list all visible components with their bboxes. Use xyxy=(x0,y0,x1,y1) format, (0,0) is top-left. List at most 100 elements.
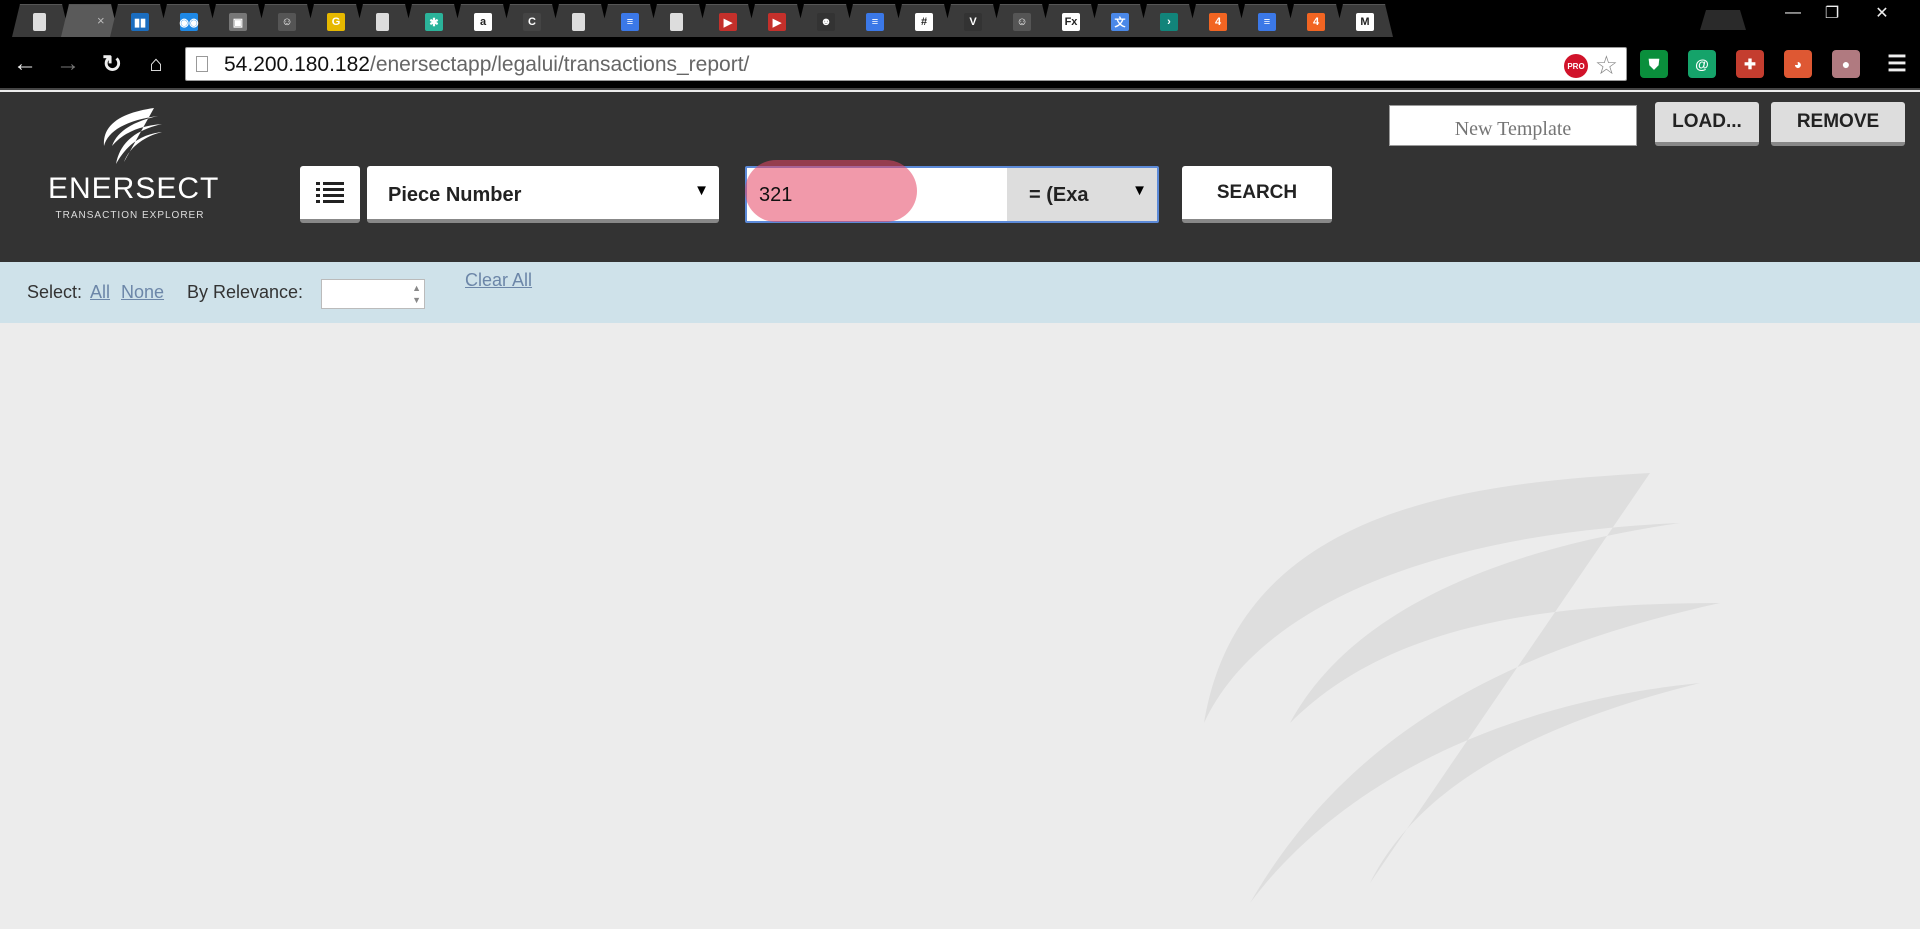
browser-tab[interactable]: ≡ xyxy=(1237,4,1295,37)
search-input[interactable] xyxy=(759,182,999,208)
chevron-right-icon: › xyxy=(1160,13,1178,31)
youtube-icon: ▶ xyxy=(768,13,786,31)
dropdown-arrow-icon: ▼ xyxy=(694,182,709,199)
browser-tab[interactable]: ▮▮ xyxy=(110,4,168,37)
browser-tab[interactable] xyxy=(649,4,707,37)
select-none-link[interactable]: None xyxy=(121,282,164,303)
plus-extension-icon[interactable]: ✚ xyxy=(1736,50,1764,78)
browser-tab[interactable]: 文 xyxy=(1090,4,1148,37)
logo-name: ENERSECT xyxy=(48,172,220,205)
list-icon xyxy=(316,181,344,203)
browser-tab[interactable]: ▶ xyxy=(698,4,756,37)
photo-icon: ▣ xyxy=(229,13,247,31)
docs-icon: ≡ xyxy=(866,13,884,31)
duck-extension-icon[interactable]: ◕ xyxy=(1784,50,1812,78)
browser-tab[interactable] xyxy=(551,4,609,37)
spinner-arrows-icon[interactable]: ▲ ▼ xyxy=(412,282,421,306)
docs-icon: ≡ xyxy=(1258,13,1276,31)
load-button[interactable]: LOAD... xyxy=(1655,102,1759,146)
grid-icon: ✱ xyxy=(425,13,443,31)
list-menu-button[interactable] xyxy=(300,166,360,223)
c-icon: C xyxy=(523,13,541,31)
browser-tab[interactable]: C xyxy=(502,4,560,37)
menu-icon[interactable]: ☰ xyxy=(1882,49,1912,79)
close-window-icon[interactable]: ✕ xyxy=(1862,0,1902,26)
browser-tab[interactable]: ▣ xyxy=(208,4,266,37)
browser-tab[interactable] xyxy=(12,4,70,37)
browser-tab[interactable]: a xyxy=(453,4,511,37)
browser-tab[interactable]: ☻ xyxy=(796,4,854,37)
address-bar[interactable]: 54.200.180.182/enersectapp/legalui/trans… xyxy=(185,47,1627,81)
url-text[interactable]: 54.200.180.182/enersectapp/legalui/trans… xyxy=(224,53,749,77)
youtube-icon: ▶ xyxy=(719,13,737,31)
logo-swoosh-icon xyxy=(103,108,162,164)
gmail-icon: M xyxy=(1356,13,1374,31)
browser-tab[interactable]: Fx xyxy=(1041,4,1099,37)
url-path: /enersectapp/legalui/transactions_report… xyxy=(369,53,750,76)
reload-icon[interactable]: ↻ xyxy=(97,49,127,79)
browser-tab[interactable]: ◉◉ xyxy=(159,4,217,37)
match-type-select[interactable]: = (Exa ▼ xyxy=(1007,168,1157,221)
back-icon[interactable]: ← xyxy=(10,49,40,79)
remove-button[interactable]: REMOVE xyxy=(1771,102,1905,146)
browser-tab[interactable]: # xyxy=(894,4,952,37)
minimize-window-icon[interactable]: — xyxy=(1773,0,1813,26)
monkey-icon: ☺ xyxy=(1013,13,1031,31)
pro-badge-icon[interactable]: PRO xyxy=(1564,54,1588,78)
page-icon xyxy=(572,13,585,31)
page-icon xyxy=(196,56,208,72)
shield-extension-icon[interactable]: ⛊ xyxy=(1640,50,1668,78)
filter-bar: Select: All None By Relevance: ▲ ▼ Clear … xyxy=(0,262,1920,323)
new-tab-button[interactable] xyxy=(1700,10,1746,30)
home-icon[interactable]: ⌂ xyxy=(141,49,171,79)
browser-tab[interactable]: ▶ xyxy=(747,4,805,37)
v-icon: V xyxy=(964,13,982,31)
browser-tab-strip: × ▮▮ ◉◉ ▣ ☺ G ✱ a C ≡ ▶ ▶ ☻ ≡ # V ☺ Fx 文 › 4 ≡ 4 M — ❐ ✕ xyxy=(0,0,1920,37)
browser-tab[interactable]: M xyxy=(1335,4,1393,37)
field-select-value: Piece Number xyxy=(388,184,522,206)
gamepad-icon: ◉◉ xyxy=(179,13,199,31)
browser-tab[interactable]: ✱ xyxy=(404,4,462,37)
browser-tab[interactable]: V xyxy=(943,4,1001,37)
logo-watermark-icon xyxy=(1204,473,1720,903)
grammarly-icon[interactable]: @ xyxy=(1688,50,1716,78)
page-icon xyxy=(376,13,389,31)
browser-toolbar: ← → ↻ ⌂ 54.200.180.182/enersectapp/legal… xyxy=(0,37,1920,90)
app-header: ENERSECT TRANSACTION EXPLORER Piece Numb… xyxy=(0,92,1920,262)
select-all-link[interactable]: All xyxy=(90,282,110,303)
bookmark-star-icon[interactable]: ☆ xyxy=(1595,50,1618,81)
browser-tab[interactable]: › xyxy=(1139,4,1197,37)
field-select[interactable]: Piece Number ▼ xyxy=(367,166,719,223)
amazon-icon: a xyxy=(474,13,492,31)
browser-tab[interactable]: × xyxy=(61,4,119,37)
url-host: 54.200.180.182 xyxy=(224,53,370,76)
browser-tab[interactable]: ☺ xyxy=(992,4,1050,37)
brain-extension-icon[interactable]: ● xyxy=(1832,50,1860,78)
browser-tab[interactable]: 4 xyxy=(1286,4,1344,37)
browser-tab[interactable]: G xyxy=(306,4,364,37)
match-type-value: = (Exa xyxy=(1029,184,1089,206)
browser-tab[interactable]: ≡ xyxy=(845,4,903,37)
page-icon xyxy=(670,13,683,31)
browser-tab[interactable]: ☺ xyxy=(257,4,315,37)
clear-all-link[interactable]: Clear All xyxy=(465,270,532,291)
monkey-icon: ☺ xyxy=(278,13,296,31)
enersect-logo[interactable]: ENERSECT TRANSACTION EXPLORER xyxy=(48,106,220,226)
search-box[interactable]: = (Exa ▼ xyxy=(745,160,1159,223)
four-icon: 4 xyxy=(1307,13,1325,31)
face-icon: ☻ xyxy=(817,13,835,31)
trello-icon: ▮▮ xyxy=(131,13,149,31)
close-tab-icon[interactable]: × xyxy=(97,13,105,28)
relevance-number-input[interactable]: ▲ ▼ xyxy=(321,279,425,309)
browser-tab[interactable]: ≡ xyxy=(600,4,658,37)
template-name-input[interactable] xyxy=(1389,105,1637,146)
results-area xyxy=(0,323,1920,929)
dropdown-arrow-icon: ▼ xyxy=(1132,182,1147,199)
restore-window-icon[interactable]: ❐ xyxy=(1812,0,1852,26)
logo-subtitle: TRANSACTION EXPLORER xyxy=(55,210,205,221)
search-button[interactable]: SEARCH xyxy=(1182,166,1332,223)
slack-icon: # xyxy=(915,13,933,31)
browser-tab[interactable]: 4 xyxy=(1188,4,1246,37)
browser-tab[interactable] xyxy=(355,4,413,37)
forward-icon[interactable]: → xyxy=(53,49,83,79)
